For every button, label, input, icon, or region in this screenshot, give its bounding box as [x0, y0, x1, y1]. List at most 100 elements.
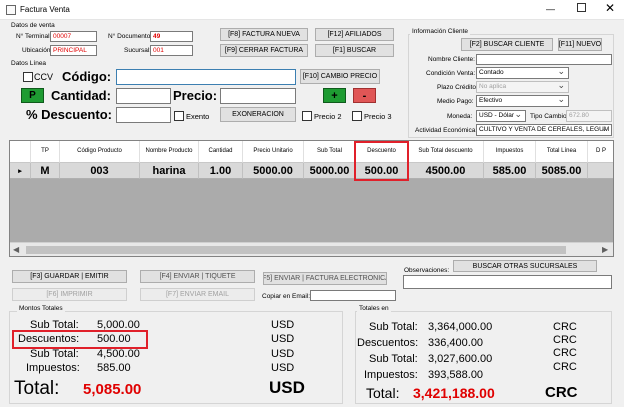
cell-subtotal[interactable]: 5000.00 — [304, 163, 356, 179]
medio-pago-select[interactable]: Efectivo — [476, 95, 569, 107]
documento-label: N° Documento: — [108, 33, 153, 40]
p-button[interactable]: P — [21, 88, 44, 103]
nuevo-cliente-button[interactable]: [F11] NUEVO — [558, 38, 602, 51]
col-header-total-linea[interactable]: Total Línea — [536, 141, 588, 163]
totales-total-currency: CRC — [545, 384, 578, 401]
precio2-checkbox[interactable] — [302, 111, 312, 121]
app-icon — [6, 5, 16, 15]
remove-line-button[interactable]: - — [353, 88, 376, 103]
datos-venta-label: Datos de venta — [11, 22, 55, 29]
codigo-input[interactable] — [116, 69, 296, 85]
cambio-precio-button[interactable]: [F10] CAMBIO PRECIO — [300, 69, 380, 84]
buscar-sucursales-button[interactable]: BUSCAR OTRAS SUCURSALES — [453, 260, 597, 272]
totales-descuentos-label: Descuentos: — [357, 337, 419, 349]
medio-pago-label: Medio Pago: — [437, 98, 474, 105]
buscar-button[interactable]: [F1] BUSCAR — [315, 44, 394, 57]
maximize-icon[interactable] — [577, 3, 586, 12]
moneda-select[interactable]: USD - Dólar — [476, 110, 526, 122]
plazo-select[interactable]: No aplica — [476, 81, 569, 93]
totales-subtotal-value: 3,364,000.00 — [428, 321, 493, 333]
exento-label: Exento — [186, 112, 210, 121]
col-header-extra[interactable]: D P — [588, 141, 613, 163]
imprimir-button[interactable]: [F6] IMPRIMIR — [12, 288, 127, 301]
nombre-cliente-input[interactable] — [476, 54, 612, 65]
condicion-select[interactable]: Contado — [476, 67, 569, 79]
buscar-cliente-button[interactable]: [F2] BUSCAR CLIENTE — [461, 38, 553, 51]
actividad-select[interactable]: CULTIVO Y VENTA DE CEREALES, LEGUM — [476, 124, 612, 136]
scroll-thumb[interactable] — [26, 246, 566, 254]
cell-total-linea[interactable]: 5085.00 — [536, 163, 588, 179]
copiar-email-input[interactable] — [310, 290, 396, 301]
observaciones-label: Observaciones: — [404, 267, 450, 274]
row-header-corner — [10, 141, 31, 163]
cell-subtotal-descuento[interactable]: 4500.00 — [408, 163, 484, 179]
sucursal-label: Sucursal: — [124, 47, 152, 54]
cantidad-input[interactable] — [116, 88, 171, 104]
cell-cantidad[interactable]: 1.00 — [199, 163, 243, 179]
cell-precio[interactable]: 5000.00 — [243, 163, 304, 179]
lines-table: TP Código Producto Nombre Producto Canti… — [9, 140, 614, 257]
totales-total-value: 3,421,188.00 — [413, 385, 495, 401]
col-header-tp[interactable]: TP — [31, 141, 60, 163]
montos-impuestos-currency: USD — [271, 362, 295, 374]
cell-tp[interactable]: M — [31, 163, 60, 179]
afiliados-button[interactable]: [F12] AFILIADOS — [315, 28, 394, 41]
totales-subtotal-label: Sub Total: — [369, 321, 418, 333]
col-header-codigo[interactable]: Código Producto — [60, 141, 140, 163]
exoneracion-button[interactable]: EXONERACION — [220, 107, 296, 122]
guardar-emitir-button[interactable]: [F3] GUARDAR | EMITIR — [12, 270, 127, 283]
descuento-highlight — [354, 141, 409, 181]
totales-descuentos-currency: CRC — [553, 334, 577, 346]
ccv-label: CCV — [34, 72, 54, 82]
col-header-nombre[interactable]: Nombre Producto — [140, 141, 199, 163]
cell-extra[interactable] — [588, 163, 613, 179]
cell-codigo[interactable]: 003 — [60, 163, 140, 179]
horizontal-scrollbar[interactable]: ◀ ▶ — [10, 242, 613, 256]
row-marker[interactable]: ▸ — [10, 163, 31, 179]
cerrar-factura-button[interactable]: [F9] CERRAR FACTURA — [220, 44, 308, 57]
scroll-left-icon[interactable]: ◀ — [13, 245, 19, 254]
window-title: Factura Venta — [20, 5, 70, 14]
col-header-cantidad[interactable]: Cantidad — [199, 141, 243, 163]
observaciones-input[interactable] — [403, 275, 612, 289]
col-header-precio[interactable]: Precio Unitario — [243, 141, 304, 163]
totales-impuestos-currency: CRC — [553, 361, 577, 373]
montos-subtotal2-label: Sub Total: — [30, 348, 79, 360]
enviar-email-button[interactable]: [F7] ENVIAR EMAIL — [140, 288, 255, 301]
totales-descuentos-value: 336,400.00 — [428, 337, 484, 349]
minimize-icon[interactable]: — — [546, 4, 555, 14]
montos-subtotal2-value: 4,500.00 — [97, 348, 140, 360]
add-line-button[interactable]: + — [323, 88, 346, 103]
col-header-subtotal[interactable]: Sub Total — [304, 141, 356, 163]
copiar-email-label: Copiar en Email: — [262, 293, 311, 300]
enviar-tiquete-button[interactable]: [F4] ENVIAR | TIQUETE — [140, 270, 255, 283]
enviar-factura-button[interactable]: [F5] ENVIAR | FACTURA ELECTRONICA — [263, 272, 387, 285]
totales-subtotal2-value: 3,027,600.00 — [428, 353, 493, 365]
close-icon[interactable]: ✕ — [605, 1, 615, 15]
cell-nombre[interactable]: harina — [140, 163, 199, 179]
terminal-field[interactable]: 00007 — [50, 31, 97, 42]
actividad-label: Actividad Económica: — [415, 127, 478, 134]
cell-impuestos[interactable]: 585.00 — [484, 163, 536, 179]
totales-subtotal2-currency: CRC — [553, 347, 577, 359]
plazo-label: Plazo Crédito: — [437, 84, 478, 91]
exento-checkbox[interactable] — [174, 111, 184, 121]
scroll-right-icon[interactable]: ▶ — [602, 245, 608, 254]
montos-impuestos-label: Impuestos: — [26, 362, 80, 374]
factura-nueva-button[interactable]: [F8] FACTURA NUEVA — [220, 28, 308, 41]
sucursal-field[interactable]: 001 — [150, 45, 193, 56]
descuentos-highlight — [12, 330, 148, 349]
col-header-impuestos[interactable]: Impuestos — [484, 141, 536, 163]
precio3-checkbox[interactable] — [352, 111, 362, 121]
ccv-checkbox[interactable] — [23, 72, 33, 82]
totales-group-label: Totales en — [357, 305, 391, 312]
precio-input[interactable] — [220, 88, 296, 104]
documento-field[interactable]: 49 — [150, 31, 193, 42]
montos-group-label: Montos Totales — [17, 305, 65, 312]
cantidad-label: Cantidad: — [51, 88, 111, 103]
col-header-subtotal-descuento[interactable]: Sub Total descuento — [408, 141, 484, 163]
ubicacion-field[interactable]: PRINCIPAL — [50, 45, 97, 56]
moneda-label: Moneda: — [447, 113, 473, 120]
montos-total-label: Total: — [14, 378, 60, 399]
descuento-input[interactable] — [116, 107, 171, 123]
